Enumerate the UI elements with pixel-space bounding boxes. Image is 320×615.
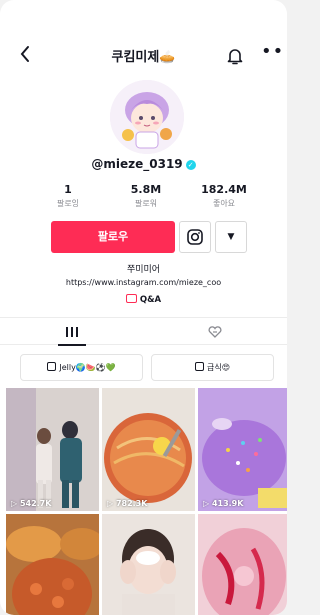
thumbnail-image [6,514,99,615]
thumbnail-image [102,388,195,511]
stat-label: 팔로워 [134,199,158,208]
caret-down-icon: ▼ [227,232,235,242]
video-thumbnail[interactable]: ▷ 413.9K [198,388,287,511]
instagram-icon [187,229,203,245]
playlists: Jelly🌍🍉⚽💚 급식😍 [0,354,287,382]
follow-button[interactable]: 팔로우 [51,221,175,253]
liked-heart-icon [207,326,222,338]
content-tabs [0,317,287,346]
view-count: ▷ 542.7K [11,499,52,508]
bell-icon[interactable] [226,46,246,66]
video-thumbnail[interactable] [198,514,287,615]
playlist-item[interactable]: Jelly🌍🍉⚽💚 [20,354,143,381]
stat-followers[interactable]: 5.8M 팔로워 [116,183,176,215]
video-thumbnail[interactable] [6,514,99,615]
view-count-value: 542.7K [19,499,52,508]
thumbnail-image [6,388,99,511]
top-bar: 쿠킴미제🥧 ••• [0,40,287,76]
stats-row: 1 팔로잉 5.8M 팔로워 182.4M 좋아요 [38,183,254,215]
tab-videos[interactable] [0,318,143,346]
tab-liked[interactable] [143,318,286,345]
instagram-button[interactable] [179,221,211,253]
view-count: ▷ 782.3K [107,499,148,508]
verified-icon: ✓ [185,160,196,170]
profile-link[interactable]: https://www.instagram.com/mieze_coo [0,278,287,287]
playlist-icon [194,362,204,371]
video-thumbnail[interactable]: ▷ 782.3K [102,388,195,511]
playlist-label: Jelly🌍🍉⚽💚 [59,363,116,372]
stat-likes[interactable]: 182.4M 좋아요 [194,183,254,215]
profile-screen: 쿠킴미제🥧 ••• @mieze_0319✓ 1 팔로잉 [0,0,287,615]
username: @mieze_0319 ✓ [0,157,287,171]
video-thumbnail[interactable] [102,514,195,615]
avatar[interactable] [110,80,184,154]
stat-following[interactable]: 1 팔로잉 [38,183,98,215]
stat-label: 좋아요 [212,199,236,208]
thumbnail-image [198,514,287,615]
playlist-item[interactable]: 급식😍 [151,354,274,381]
more-icon[interactable]: ••• [261,43,287,63]
qa-icon [125,294,137,303]
thumbnail-image [102,514,195,615]
stat-label: 팔로잉 [56,199,80,208]
qa-link[interactable]: Q&A [0,294,287,305]
stat-value: 182.4M [201,183,247,196]
grid-icon [65,327,78,337]
view-count-value: 413.9K [211,499,244,508]
view-count-value: 782.3K [115,499,148,508]
stat-value: 5.8M [130,183,162,196]
video-thumbnail[interactable]: ▷ 542.7K [6,388,99,511]
view-count: ▷ 413.9K [203,499,244,508]
username-text: @mieze_0319 [91,157,183,171]
more-options-button[interactable]: ▼ [215,221,247,253]
playlist-label: 급식😍 [206,363,231,372]
stat-value: 1 [64,183,72,196]
playlist-icon [47,362,57,371]
thumbnail-image [198,388,287,511]
bio: 쭈미미어 [126,265,161,275]
qa-label: Q&A [139,295,162,305]
